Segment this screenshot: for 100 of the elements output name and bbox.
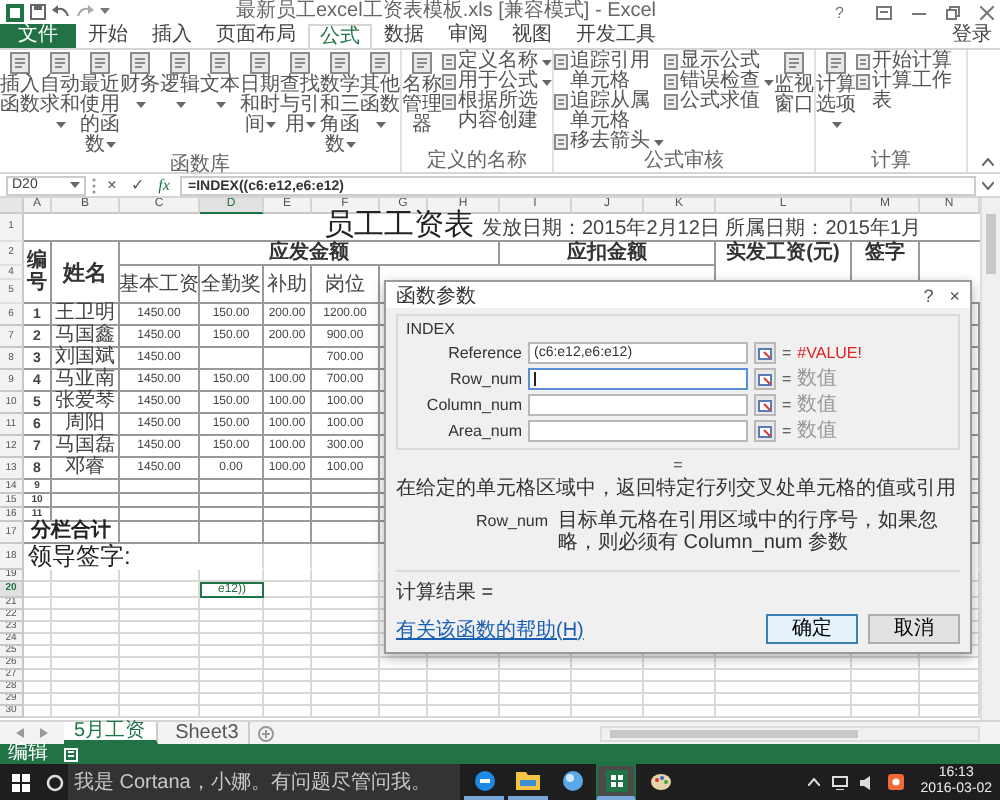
sign-in-link[interactable]: 登录: [952, 24, 1000, 48]
folder-icon: [516, 770, 540, 790]
ribbon-display-icon[interactable]: [876, 5, 892, 19]
ribbon-button[interactable]: 名称管理器: [402, 52, 442, 136]
ribbon-button[interactable]: 错误检查: [664, 72, 774, 92]
cancel-button[interactable]: ×: [102, 175, 122, 195]
help-button[interactable]: ?: [923, 285, 934, 305]
caret-icon[interactable]: [100, 8, 110, 16]
ribbon-button[interactable]: 计算选项: [816, 52, 856, 136]
table-cell: [264, 348, 312, 370]
table-cell: 马国磊: [52, 436, 120, 458]
table-cell: 邓睿: [52, 458, 120, 480]
ribbon-tab[interactable]: 开发工具: [564, 24, 668, 48]
range-picker-button[interactable]: [754, 342, 776, 364]
table-cell: [264, 522, 312, 544]
undo-icon[interactable]: [52, 4, 70, 20]
text-cursor: [534, 372, 536, 386]
ribbon-button[interactable]: 定义名称: [442, 52, 552, 72]
ribbon-button[interactable]: 追踪从属单元格: [554, 92, 664, 132]
ribbon-button[interactable]: 自动求和: [40, 52, 80, 136]
ribbon-button[interactable]: 根据所选内容创建: [442, 92, 552, 132]
dialog-button[interactable]: 取消: [868, 614, 960, 644]
caret-icon: [375, 121, 385, 128]
ribbon-tab[interactable]: 数据: [372, 24, 436, 48]
table-cell: 周阳: [52, 414, 120, 436]
argument-field[interactable]: [528, 368, 748, 390]
ribbon-button[interactable]: 用于公式: [442, 72, 552, 92]
chevron-up-icon[interactable]: [808, 778, 821, 786]
close-button[interactable]: ×: [949, 285, 960, 305]
taskbar-app-button[interactable]: [596, 764, 636, 800]
argument-field[interactable]: [528, 420, 748, 442]
close-icon[interactable]: [980, 5, 994, 19]
equals-sign: =: [782, 344, 792, 362]
table-cell: 刘国斌: [52, 348, 120, 370]
document-icon: [330, 52, 350, 74]
next-sheet-icon[interactable]: [40, 728, 48, 738]
ribbon-button[interactable]: 查找与引用: [280, 52, 320, 136]
ribbon-button[interactable]: 最近使用的函数: [80, 52, 120, 156]
ribbon-button[interactable]: 数学和三角函数: [320, 52, 360, 156]
globe-icon: [561, 769, 583, 791]
network-icon[interactable]: [832, 775, 849, 789]
restore-icon[interactable]: [946, 5, 960, 19]
ribbon-button[interactable]: 文本: [200, 52, 240, 116]
table-cell: 马国鑫: [52, 326, 120, 348]
dialog-title: 函数参数: [396, 283, 476, 309]
ribbon-button[interactable]: 移去箭头: [554, 132, 664, 152]
ribbon-tab[interactable]: 视图: [500, 24, 564, 48]
ribbon-button[interactable]: 逻辑: [160, 52, 200, 116]
document-icon: [290, 52, 310, 74]
ribbon-button[interactable]: 公式求值: [664, 92, 774, 112]
insert-function-button[interactable]: fx: [154, 175, 174, 195]
caret-icon: [345, 141, 355, 148]
previous-sheet-icon[interactable]: [16, 728, 24, 738]
argument-label: Column_num: [424, 396, 522, 414]
column-title: 岗位: [325, 273, 365, 295]
ribbon-tab[interactable]: 公式: [308, 24, 372, 48]
help-link[interactable]: 有关该函数的帮助(H): [396, 615, 584, 643]
collapse-ribbon-icon[interactable]: [982, 158, 994, 166]
search-field[interactable]: 我是 Cortana，小娜。有问题尽管问我。: [68, 764, 460, 800]
sheet-tab[interactable]: 5月工资: [64, 722, 158, 744]
ribbon-button[interactable]: 监视窗口: [774, 52, 814, 116]
ribbon-button[interactable]: 开始计算: [856, 52, 966, 72]
ribbon-tab[interactable]: 开始: [76, 24, 140, 48]
save-icon[interactable]: [30, 4, 46, 20]
horizontal-scrollbar[interactable]: [600, 725, 980, 741]
column-title: 编号: [27, 250, 47, 294]
enter-button[interactable]: ✓: [128, 175, 148, 195]
ribbon-button[interactable]: 计算工作表: [856, 72, 966, 112]
ribbon-button[interactable]: 财务: [120, 52, 160, 116]
range-icon: [758, 373, 772, 385]
vertical-scrollbar[interactable]: [980, 198, 1000, 720]
input-method-icon[interactable]: [888, 774, 905, 790]
circle-icon[interactable]: [46, 773, 64, 791]
caret-icon: [265, 121, 275, 128]
range-picker-button[interactable]: [754, 394, 776, 416]
range-picker-button[interactable]: [754, 368, 776, 390]
ribbon-tab[interactable]: 插入: [140, 24, 204, 48]
expand-icon[interactable]: [982, 181, 994, 189]
ribbon-button[interactable]: 日期和时间: [240, 52, 280, 136]
ribbon-tab[interactable]: 审阅: [436, 24, 500, 48]
ribbon-tab[interactable]: 文件: [0, 24, 76, 48]
add-sheet-icon[interactable]: [258, 725, 275, 741]
range-picker-button[interactable]: [754, 420, 776, 442]
range-icon: [758, 347, 772, 359]
argument-label: Area_num: [446, 422, 522, 440]
help-button[interactable]: ?: [835, 3, 844, 21]
ribbon-tab[interactable]: 页面布局: [204, 24, 308, 48]
argument-result: #VALUE!: [797, 342, 862, 364]
document-icon: [412, 52, 432, 74]
argument-field[interactable]: [528, 394, 748, 416]
dialog-button[interactable]: 确定: [766, 614, 858, 644]
windows-logo-icon[interactable]: [12, 773, 30, 791]
ribbon-button[interactable]: 其他函数: [360, 52, 400, 136]
ribbon-button[interactable]: 插入函数: [0, 52, 40, 116]
document-icon: [442, 94, 456, 110]
ribbon-button[interactable]: 显示公式: [664, 52, 774, 72]
caret-icon: [105, 141, 115, 148]
column-title: 基本工资: [119, 273, 199, 295]
redo-icon[interactable]: [76, 4, 94, 20]
ribbon-button[interactable]: 追踪引用单元格: [554, 52, 664, 92]
